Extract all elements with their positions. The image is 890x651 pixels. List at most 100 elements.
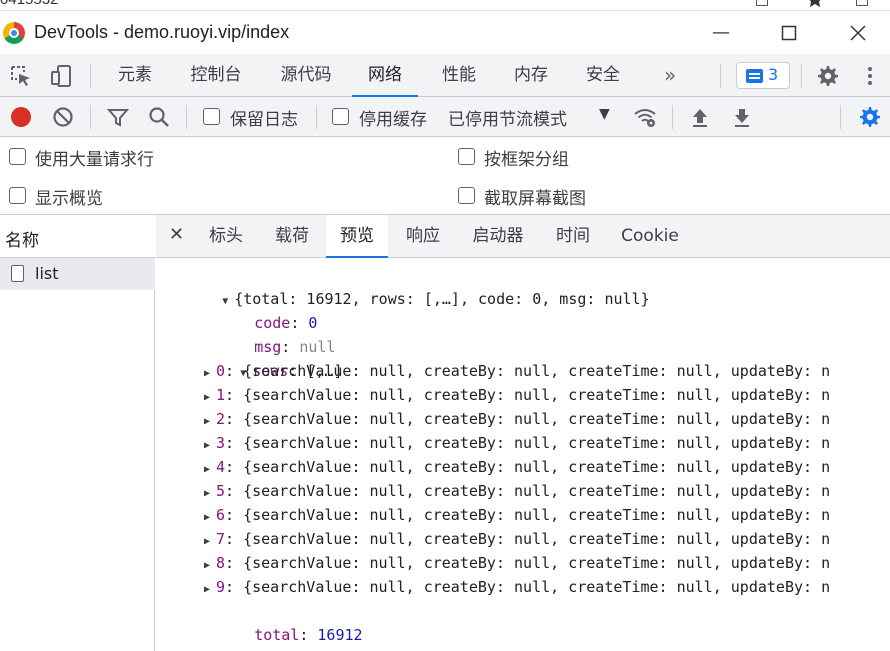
export-har-download-icon[interactable] <box>730 105 754 129</box>
tab-elements[interactable]: 元素 <box>104 54 166 97</box>
row-index: 4 <box>216 458 226 476</box>
toolbar-divider <box>720 64 721 88</box>
issues-badge-button[interactable]: 3 <box>736 62 790 89</box>
disable-cache-checkbox[interactable] <box>332 108 349 125</box>
row-index: 1 <box>216 386 226 404</box>
close-detail-icon[interactable]: ✕ <box>169 224 184 245</box>
clear-icon[interactable] <box>51 105 75 129</box>
minimize-button[interactable]: — <box>711 23 731 43</box>
tab-payload[interactable]: 载荷 <box>266 215 318 258</box>
row-summary: {searchValue: null, createBy: null, crea… <box>243 458 831 476</box>
more-tabs-button[interactable]: » <box>664 54 676 97</box>
tree-root[interactable]: ▼ {total: 16912, rows: [,…], code: 0, msg… <box>168 263 649 308</box>
document-file-icon <box>11 265 24 282</box>
show-overview-label: 显示概览 <box>35 189 103 209</box>
throttling-dropdown-caret-icon[interactable]: ▼ <box>599 106 610 122</box>
window-titlebar: DevTools - demo.ruoyi.vip/index — <box>0 11 890 54</box>
tab-console[interactable]: 控制台 <box>179 54 253 97</box>
row-index: 2 <box>216 410 226 428</box>
search-icon[interactable] <box>147 105 171 129</box>
tree-prop-msg: msg: null <box>254 338 336 356</box>
tree-row-item[interactable]: ▶ 8: {searchValue: null, createBy: null, … <box>204 551 830 575</box>
tree-prop-rows[interactable]: ▼ rows: [,…] <box>186 335 342 380</box>
toolbar-divider <box>316 105 317 129</box>
tree-row-item[interactable]: ▶ 7: {searchValue: null, createBy: null, … <box>204 527 830 551</box>
tree-row-item[interactable]: ▶ 4: {searchValue: null, createBy: null, … <box>204 455 830 479</box>
group-by-frame-label: 按框架分组 <box>484 150 569 170</box>
filter-icon[interactable] <box>106 105 130 129</box>
more-options-icon[interactable] <box>858 64 882 88</box>
tab-performance[interactable]: 性能 <box>430 54 488 97</box>
row-index: 5 <box>216 482 226 500</box>
tree-row-item[interactable]: ▶ 1: {searchValue: null, createBy: null, … <box>204 383 830 407</box>
network-toolbar: 保留日志 停用缓存 已停用节流模式 ▼ <box>0 97 890 137</box>
tree-row-item[interactable]: ▶ 6: {searchValue: null, createBy: null, … <box>204 503 830 527</box>
prop-key: total <box>254 626 300 644</box>
extension-icon[interactable] <box>856 0 868 6</box>
request-row[interactable]: list <box>0 258 155 290</box>
row-summary: {searchValue: null, createBy: null, crea… <box>243 410 831 428</box>
inspect-element-icon[interactable] <box>9 64 33 88</box>
close-window-button[interactable] <box>848 23 868 43</box>
browser-top-strip: 0415532 <box>0 0 890 11</box>
toolbar-divider <box>90 64 91 88</box>
tab-memory[interactable]: 内存 <box>502 54 560 97</box>
large-rows-label: 使用大量请求行 <box>35 150 154 170</box>
capture-screenshots-label: 截取屏幕截图 <box>484 189 586 209</box>
tree-row-item[interactable]: ▶ 9: {searchValue: null, createBy: null, … <box>204 575 830 599</box>
import-har-upload-icon[interactable] <box>688 105 712 129</box>
throttling-select[interactable]: 已停用节流模式 <box>448 105 567 130</box>
tab-headers[interactable]: 标头 <box>200 215 252 258</box>
tree-prop-code: code: 0 <box>254 314 318 332</box>
show-overview-checkbox[interactable] <box>9 187 26 204</box>
group-by-frame-checkbox[interactable] <box>458 148 475 165</box>
window-icon[interactable] <box>756 0 768 6</box>
star-icon[interactable] <box>806 0 824 8</box>
tab-preview[interactable]: 预览 <box>326 215 388 258</box>
toolbar-divider <box>186 105 187 129</box>
row-index: 6 <box>216 506 226 524</box>
row-index: 8 <box>216 554 226 572</box>
tab-initiator[interactable]: 启动器 <box>465 215 531 258</box>
tab-timing[interactable]: 时间 <box>547 215 599 258</box>
disable-cache-label: 停用缓存 <box>359 110 427 130</box>
tab-sources[interactable]: 源代码 <box>268 54 344 97</box>
row-summary: {searchValue: null, createBy: null, crea… <box>243 482 831 500</box>
tab-security[interactable]: 安全 <box>574 54 632 97</box>
request-list-header[interactable]: 名称 <box>0 215 155 258</box>
toolbar-divider <box>90 105 91 129</box>
row-index: 3 <box>216 434 226 452</box>
tab-network[interactable]: 网络 <box>352 54 418 97</box>
network-options-panel: 使用大量请求行 按框架分组 显示概览 截取屏幕截图 <box>0 137 890 215</box>
toolbar-divider <box>840 105 841 129</box>
name-column-header: 名称 <box>5 231 39 251</box>
tab-response[interactable]: 响应 <box>397 215 449 258</box>
row-summary: {searchValue: null, createBy: null, crea… <box>243 578 831 596</box>
devtools-main-toolbar: 元素 控制台 源代码 网络 性能 内存 安全 » 3 <box>0 54 890 97</box>
maximize-button[interactable] <box>779 23 799 43</box>
detail-tabs-bar: ✕ 标头 载荷 预览 响应 启动器 时间 Cookie <box>156 215 890 258</box>
tab-cookie[interactable]: Cookie <box>615 215 685 258</box>
toolbar-divider <box>801 64 802 88</box>
row-summary: {searchValue: null, createBy: null, crea… <box>243 506 831 524</box>
tree-row-item[interactable]: ▶ 2: {searchValue: null, createBy: null, … <box>204 407 830 431</box>
large-rows-checkbox[interactable] <box>9 148 26 165</box>
network-conditions-icon[interactable] <box>633 105 657 129</box>
tree-row-item[interactable]: ▶ 3: {searchValue: null, createBy: null, … <box>204 431 830 455</box>
preserve-log-checkbox[interactable] <box>203 108 220 125</box>
network-settings-gear-icon[interactable] <box>857 105 881 129</box>
row-summary: {searchValue: null, createBy: null, crea… <box>243 530 831 548</box>
row-index: 7 <box>216 530 226 548</box>
prop-value: 16912 <box>317 626 363 644</box>
message-icon <box>746 69 763 83</box>
tree-row-item[interactable]: ▶ 0: {searchValue: null, createBy: null, … <box>204 359 830 383</box>
record-button[interactable] <box>11 107 31 127</box>
row-index: 0 <box>216 362 226 380</box>
settings-gear-icon[interactable] <box>815 64 839 88</box>
device-toolbar-icon[interactable] <box>49 64 73 88</box>
row-index: 9 <box>216 578 226 596</box>
capture-screenshots-checkbox[interactable] <box>458 187 475 204</box>
tree-row-item[interactable]: ▶ 5: {searchValue: null, createBy: null, … <box>204 479 830 503</box>
window-title: DevTools - demo.ruoyi.vip/index <box>34 22 290 42</box>
preserve-log-label: 保留日志 <box>230 110 298 130</box>
